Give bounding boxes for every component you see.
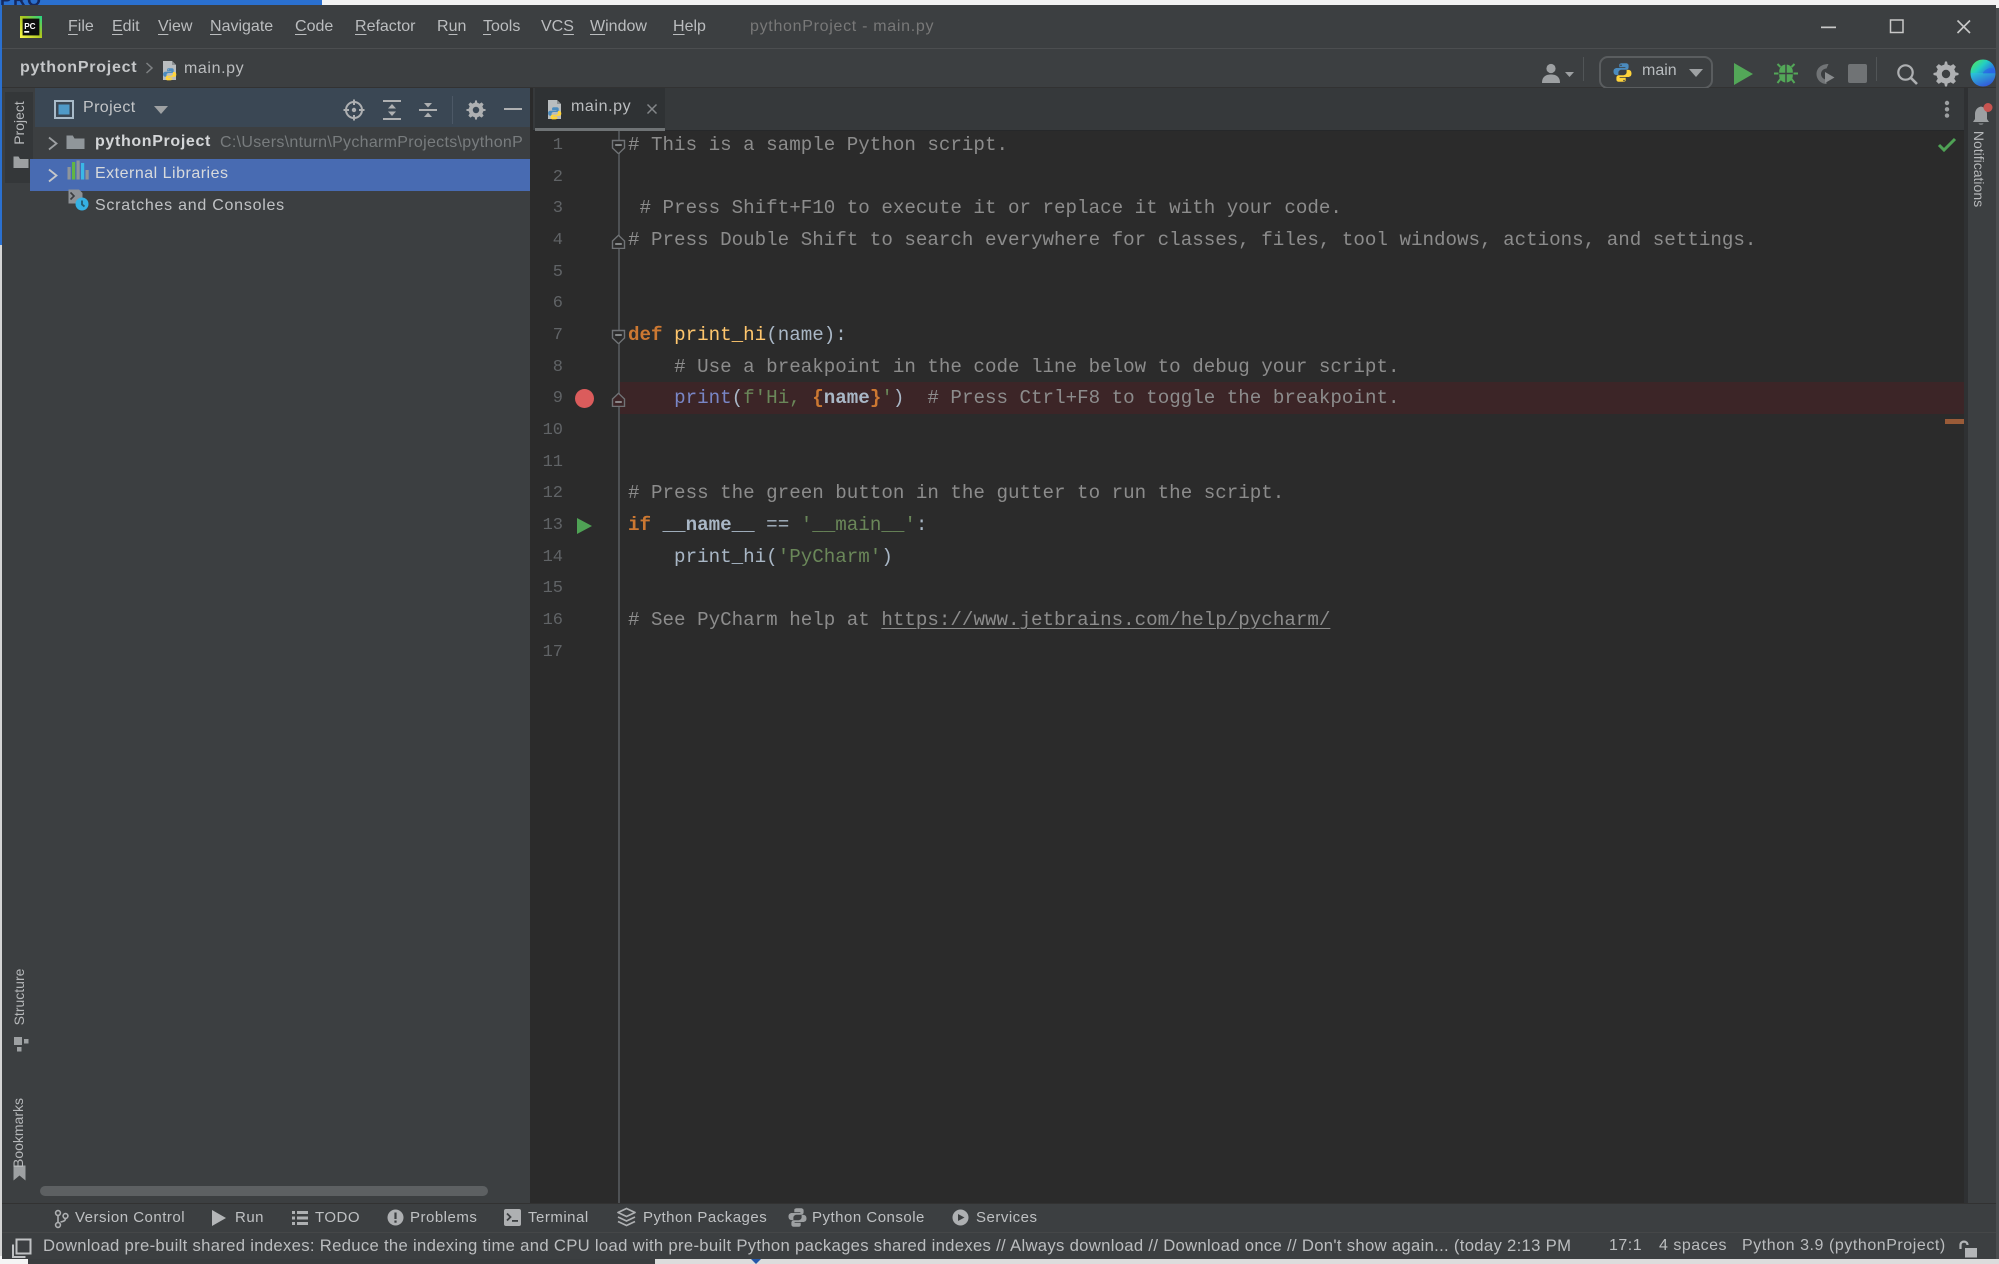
svg-text:PC: PC — [24, 22, 35, 31]
